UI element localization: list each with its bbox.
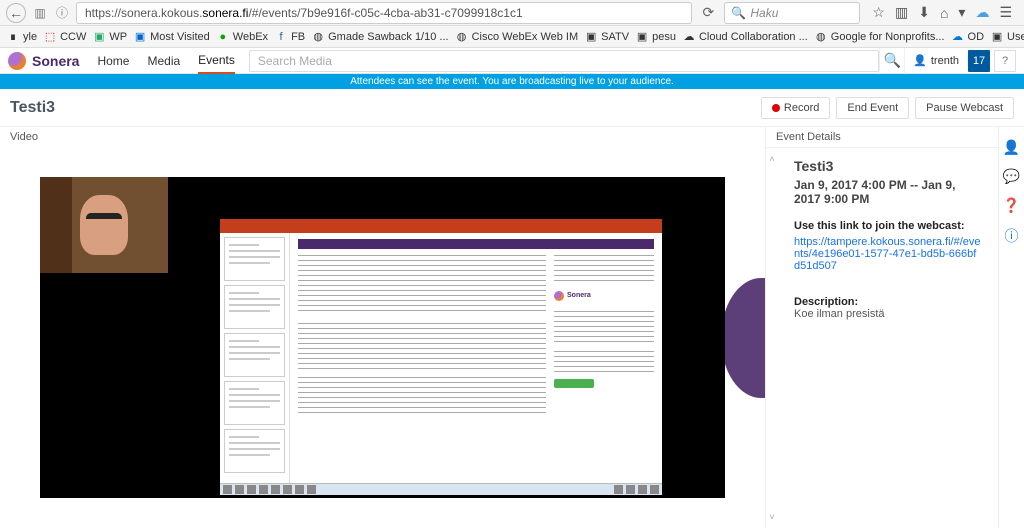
brand-logo[interactable]: Sonera: [8, 52, 97, 70]
tracking-shield-icon[interactable]: ▥: [32, 5, 48, 21]
nav-events[interactable]: Events: [198, 48, 235, 74]
favicon-icon: ◍: [311, 30, 325, 44]
join-link-label: Use this link to join the webcast:: [794, 220, 982, 232]
user-name: trenth: [931, 55, 959, 67]
library-icon[interactable]: ▥: [895, 4, 908, 21]
downloads-icon[interactable]: ⬇: [918, 4, 930, 21]
brand-name: Sonera: [32, 53, 79, 69]
bookmark-item[interactable]: ◍Google for Nonprofits...: [814, 30, 945, 44]
search-placeholder: Haku: [750, 6, 778, 20]
broadcast-status-banner: Attendees can see the event. You are bro…: [0, 74, 1024, 89]
attendees-icon[interactable]: 👤: [1003, 139, 1020, 156]
record-dot-icon: [772, 104, 780, 112]
favicon-icon: ▣: [92, 30, 106, 44]
pause-webcast-button[interactable]: Pause Webcast: [915, 97, 1014, 119]
join-webcast-link[interactable]: https://tampere.kokous.sonera.fi/#/event…: [794, 236, 982, 272]
chevron-up-icon: ˄: [769, 154, 774, 164]
user-menu[interactable]: 👤 trenth: [905, 54, 968, 67]
slide-canvas: Sonera: [290, 233, 662, 483]
favicon-icon: ☁: [682, 30, 696, 44]
favicon-icon: ▣: [635, 30, 649, 44]
favicon-icon: ⬚: [43, 30, 57, 44]
background-brand-graphic: [721, 278, 765, 398]
bookmark-item[interactable]: fFB: [274, 30, 305, 44]
video-frame: Sonera: [40, 177, 725, 498]
browser-search-input[interactable]: 🔍 Haku: [724, 2, 860, 24]
menu-icon[interactable]: ☰: [999, 4, 1012, 21]
favicon-icon: ▣: [584, 30, 598, 44]
favicon-icon: ☁: [951, 30, 965, 44]
video-section-heading: Video: [0, 127, 765, 147]
bookmark-item[interactable]: ▣WP: [92, 30, 127, 44]
favicon-icon: ◍: [814, 30, 828, 44]
nav-home[interactable]: Home: [97, 48, 129, 74]
favicon-icon: ●: [216, 30, 230, 44]
favicon-icon: ▣: [133, 30, 147, 44]
chat-icon[interactable]: 💬: [1003, 168, 1020, 185]
nav-media[interactable]: Media: [147, 48, 180, 74]
powerpoint-ribbon: [220, 219, 662, 233]
page-title: Testi3: [10, 99, 55, 117]
info-icon[interactable]: ⓘ: [1005, 226, 1019, 246]
event-time: Jan 9, 2017 4:00 PM -- Jan 9, 2017 9:00 …: [794, 178, 982, 206]
url-prefix: https://sonera.kokous.: [85, 6, 202, 20]
bookmark-star-icon[interactable]: ☆: [872, 4, 885, 21]
reload-button[interactable]: ⟳: [698, 4, 718, 21]
url-bar[interactable]: https://sonera.kokous.sonera.fi/#/events…: [76, 2, 692, 24]
url-suffix: /#/events/7b9e916f-c05c-4cba-ab31-c70999…: [248, 6, 522, 20]
settings-icon[interactable]: ❓: [1003, 197, 1020, 214]
details-scroll-affordance: ˄˅: [766, 148, 778, 528]
help-button[interactable]: ?: [994, 50, 1016, 72]
description-label: Description:: [794, 296, 982, 308]
search-button[interactable]: 🔍: [879, 48, 905, 74]
url-domain: sonera.fi: [202, 6, 248, 20]
bookmark-item[interactable]: ▣Most Visited: [133, 30, 210, 44]
browser-back-button[interactable]: ←: [6, 3, 26, 23]
bookmark-item[interactable]: ☁OD: [951, 30, 985, 44]
bookmark-item[interactable]: ☁Cloud Collaboration ...: [682, 30, 808, 44]
favicon-icon: ◍: [455, 30, 469, 44]
event-details-heading: Event Details: [766, 127, 998, 148]
chevron-down-icon: ˅: [769, 512, 774, 522]
event-description: Koe ilman presistä: [794, 308, 982, 320]
bookmark-item[interactable]: ▣Useimmin avatut: [990, 30, 1024, 44]
video-stage[interactable]: Sonera: [0, 147, 765, 528]
bookmark-item[interactable]: ⬚CCW: [43, 30, 86, 44]
site-identity-icon[interactable]: ⓘ: [54, 5, 70, 21]
home-icon[interactable]: ⌂: [940, 5, 948, 21]
pocket-icon[interactable]: ▾: [958, 4, 965, 21]
bookmark-item[interactable]: ▣pesu: [635, 30, 676, 44]
bookmarks-bar: ∎yle ⬚CCW ▣WP ▣Most Visited ●WebEx fFB ◍…: [0, 26, 1024, 48]
bookmark-item[interactable]: ▣SATV: [584, 30, 629, 44]
logo-swirl-icon: [8, 52, 26, 70]
end-event-button[interactable]: End Event: [836, 97, 909, 119]
viewer-count-badge[interactable]: 17: [968, 50, 990, 72]
shared-screen-content: Sonera: [220, 219, 662, 495]
bookmark-item[interactable]: ◍Cisco WebEx Web IM: [455, 30, 579, 44]
favicon-icon: f: [274, 30, 288, 44]
search-media-input[interactable]: Search Media: [249, 50, 879, 72]
favicon-icon: ▣: [990, 30, 1004, 44]
user-icon: 👤: [913, 54, 927, 67]
event-name: Testi3: [794, 158, 982, 174]
bookmark-item[interactable]: ∎yle: [6, 30, 37, 44]
windows-taskbar: [220, 483, 662, 495]
bookmark-item[interactable]: ◍Gmade Sawback 1/10 ...: [311, 30, 448, 44]
bookmark-item[interactable]: ●WebEx: [216, 30, 268, 44]
search-icon: 🔍: [731, 6, 746, 20]
sync-icon[interactable]: ☁: [975, 4, 989, 21]
presenter-webcam-pip: [40, 177, 168, 273]
favicon-icon: ∎: [6, 30, 20, 44]
record-button[interactable]: Record: [761, 97, 830, 119]
slide-thumbnails-pane: [220, 233, 290, 483]
